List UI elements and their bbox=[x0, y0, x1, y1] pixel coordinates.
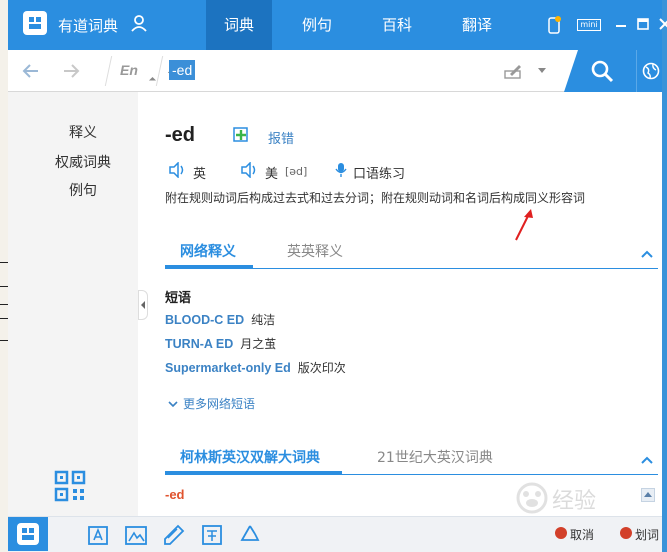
sidebar-item-examples[interactable]: 例句 bbox=[8, 180, 158, 200]
phrase-chinese: 纯洁 bbox=[251, 313, 276, 327]
phrase-item: Supermarket-only Ed 版次印次 bbox=[165, 359, 346, 376]
title-bar: 有道词典 词典 例句 百科 翻译 mini bbox=[8, 0, 667, 50]
divider bbox=[0, 262, 8, 263]
text-icon[interactable] bbox=[86, 523, 110, 547]
translate-icon[interactable] bbox=[200, 523, 224, 547]
capture-word-dot-icon bbox=[620, 527, 632, 539]
search-icon bbox=[591, 60, 614, 83]
phrase-chinese: 版次印次 bbox=[297, 361, 346, 375]
pronunciation-uk-label: 英 bbox=[193, 167, 207, 182]
capture-word-button[interactable]: 划词 bbox=[635, 526, 659, 543]
phrase-item: TURN-A ED 月之茧 bbox=[165, 335, 276, 352]
minimize-icon[interactable] bbox=[614, 16, 628, 34]
divider bbox=[0, 304, 8, 305]
baidu-jingyan-watermark: 经验 bbox=[516, 482, 596, 514]
divider bbox=[165, 474, 658, 475]
pronunciation-us-label: 美 bbox=[265, 167, 279, 182]
image-translate-icon[interactable] bbox=[124, 523, 148, 547]
search-button[interactable] bbox=[564, 50, 636, 92]
speaking-practice-link[interactable]: 口语练习 bbox=[353, 163, 405, 182]
add-to-wordbook-icon[interactable] bbox=[233, 127, 249, 143]
microphone-icon[interactable] bbox=[335, 162, 347, 178]
tab-21st-century-dictionary[interactable]: 21世纪大英汉词典 bbox=[377, 447, 493, 467]
cancel-dot-icon bbox=[555, 527, 567, 539]
forward-arrow-icon[interactable] bbox=[62, 62, 80, 80]
headword: -ed bbox=[165, 124, 195, 146]
tab-translate[interactable]: 翻译 bbox=[445, 0, 509, 50]
active-tab-underline bbox=[165, 265, 253, 268]
search-input[interactable] bbox=[168, 59, 498, 83]
tab-english-definition[interactable]: 英英释义 bbox=[287, 241, 343, 261]
more-phrases-link[interactable]: 更多网络短语 bbox=[168, 395, 255, 412]
tab-encyclopedia[interactable]: 百科 bbox=[365, 0, 429, 50]
phrase-english-link[interactable]: Supermarket-only Ed bbox=[165, 361, 291, 375]
phrase-item: BLOOD-C ED 纯洁 bbox=[165, 311, 275, 328]
maximize-icon[interactable] bbox=[636, 16, 650, 34]
sidebar-item-authoritative-dictionary[interactable]: 权威词典 bbox=[8, 152, 158, 172]
chevron-down-icon bbox=[168, 401, 178, 408]
divider bbox=[0, 340, 8, 341]
search-selected-text: -ed bbox=[169, 60, 196, 80]
more-phrases-label: 更多网络短语 bbox=[183, 397, 256, 411]
report-error-link[interactable]: 报错 bbox=[268, 128, 294, 147]
dict-icon bbox=[17, 523, 39, 545]
active-tab-underline bbox=[165, 471, 342, 474]
search-bar: En -ed bbox=[8, 50, 662, 92]
back-arrow-icon[interactable] bbox=[22, 62, 40, 80]
divider bbox=[0, 286, 8, 287]
youdao-logo-icon bbox=[23, 11, 47, 35]
phrase-chinese: 月之茧 bbox=[240, 337, 277, 351]
phonetic-us: [əd] bbox=[285, 165, 308, 178]
sidebar-item-definition[interactable]: 释义 bbox=[8, 122, 158, 142]
svg-text:经验: 经验 bbox=[552, 489, 596, 514]
cancel-button[interactable]: 取消 bbox=[570, 526, 594, 543]
phone-icon[interactable] bbox=[547, 16, 561, 34]
note-icon[interactable] bbox=[162, 523, 186, 547]
annotation-arrow bbox=[515, 209, 533, 241]
bottom-toolbar: 取消 划词 bbox=[8, 516, 662, 552]
background-window bbox=[0, 0, 8, 552]
tab-web-definition[interactable]: 网络释义 bbox=[180, 241, 236, 261]
globe-icon bbox=[642, 62, 660, 80]
phrase-english-link[interactable]: BLOOD-C ED bbox=[165, 313, 244, 327]
divider bbox=[0, 318, 8, 319]
tab-examples[interactable]: 例句 bbox=[285, 0, 349, 50]
collapse-sidebar-handle[interactable] bbox=[138, 290, 148, 320]
chevron-down-icon[interactable] bbox=[538, 68, 546, 73]
chevron-up-icon[interactable] bbox=[641, 250, 653, 258]
chevron-up-icon[interactable] bbox=[641, 456, 653, 464]
definition-text: 附在规则动词后构成过去式和过去分词；附在规则动词和名词后构成同义形容词 bbox=[165, 191, 586, 205]
phrase-english-link[interactable]: TURN-A ED bbox=[165, 337, 233, 351]
mini-mode-button[interactable]: mini bbox=[577, 19, 601, 31]
user-icon[interactable] bbox=[130, 14, 148, 32]
speaker-icon[interactable] bbox=[240, 162, 258, 178]
qr-code-icon[interactable] bbox=[54, 470, 86, 502]
close-icon[interactable] bbox=[658, 16, 667, 34]
app-title: 有道词典 bbox=[58, 17, 119, 35]
tab-collins-dictionary[interactable]: 柯林斯英汉双解大词典 bbox=[180, 447, 320, 467]
dict-tool-button[interactable] bbox=[8, 517, 48, 551]
collins-headword: -ed bbox=[165, 487, 185, 502]
web-search-button[interactable] bbox=[636, 50, 662, 92]
phrase-heading: 短语 bbox=[165, 291, 192, 306]
speaker-icon[interactable] bbox=[168, 162, 186, 178]
window-border bbox=[662, 0, 667, 552]
side-navigation: 释义 权威词典 例句 bbox=[8, 92, 138, 516]
recycle-icon[interactable] bbox=[238, 523, 262, 547]
handwriting-icon[interactable] bbox=[504, 62, 524, 80]
tab-dictionary[interactable]: 词典 bbox=[206, 0, 272, 50]
language-label[interactable]: En bbox=[120, 62, 138, 78]
divider bbox=[165, 268, 658, 269]
